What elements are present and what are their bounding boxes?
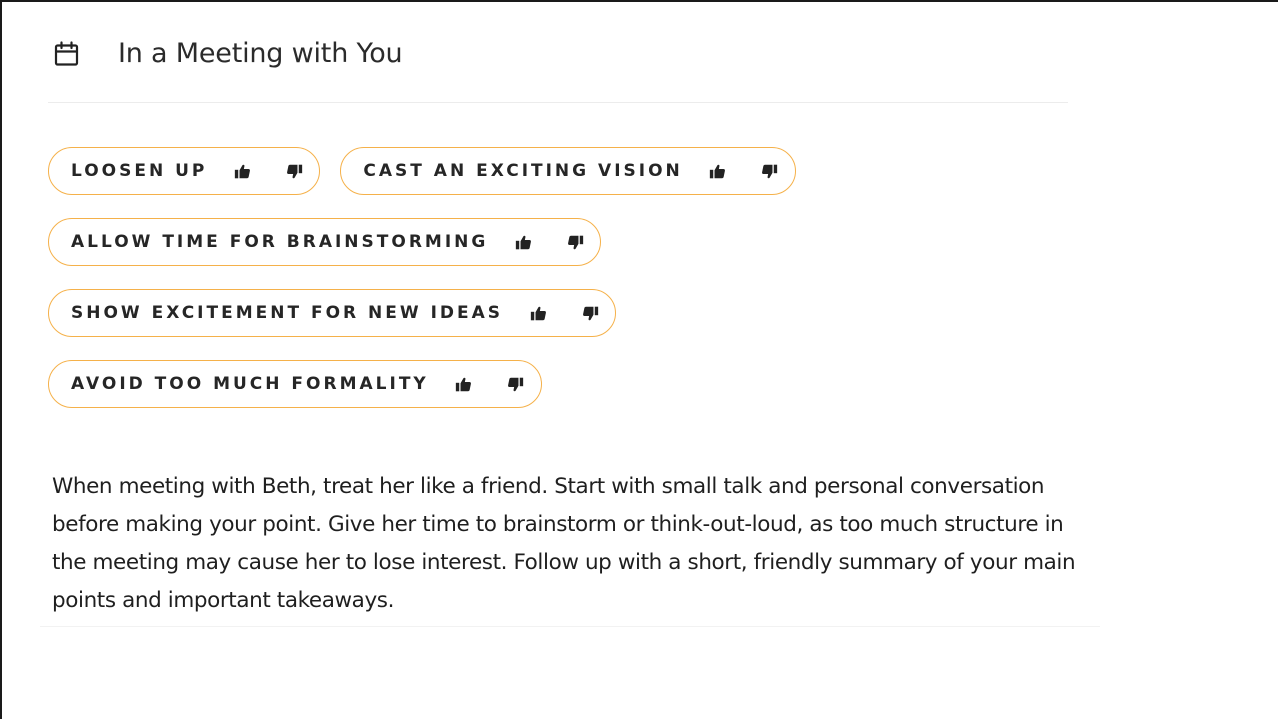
chip-row: LOOSEN UP CAST AN EXCITING VISION bbox=[48, 146, 816, 196]
chip-row: ALLOW TIME FOR BRAINSTORMING bbox=[48, 217, 816, 267]
tip-chip-list: LOOSEN UP CAST AN EXCITING VISION ALLOW … bbox=[48, 146, 816, 430]
section-title: In a Meeting with You bbox=[118, 38, 403, 69]
bottom-divider bbox=[40, 626, 1100, 627]
thumbs-up-icon[interactable] bbox=[512, 231, 534, 253]
tip-chip-label: SHOW EXCITEMENT FOR NEW IDEAS bbox=[71, 303, 504, 323]
tip-chip-avoid-too-much-formality[interactable]: AVOID TOO MUCH FORMALITY bbox=[48, 360, 542, 408]
tip-chip-label: CAST AN EXCITING VISION bbox=[363, 161, 683, 181]
tip-chip-show-excitement-for-new-ideas[interactable]: SHOW EXCITEMENT FOR NEW IDEAS bbox=[48, 289, 617, 337]
thumbs-down-icon[interactable] bbox=[579, 302, 601, 324]
thumbs-up-icon[interactable] bbox=[453, 373, 475, 395]
header-divider bbox=[48, 102, 1068, 103]
thumbs-up-icon[interactable] bbox=[707, 160, 729, 182]
thumbs-down-icon[interactable] bbox=[564, 231, 586, 253]
thumbs-up-icon[interactable] bbox=[231, 160, 253, 182]
calendar-icon bbox=[54, 40, 80, 67]
thumbs-down-icon[interactable] bbox=[759, 160, 781, 182]
meeting-description: When meeting with Beth, treat her like a… bbox=[52, 473, 1076, 613]
tip-chip-label: LOOSEN UP bbox=[71, 161, 208, 181]
chip-row: AVOID TOO MUCH FORMALITY bbox=[48, 359, 816, 409]
chip-row: SHOW EXCITEMENT FOR NEW IDEAS bbox=[48, 288, 816, 338]
tip-chip-cast-an-exciting-vision[interactable]: CAST AN EXCITING VISION bbox=[340, 147, 796, 195]
tip-chip-label: AVOID TOO MUCH FORMALITY bbox=[71, 374, 429, 394]
thumbs-down-icon[interactable] bbox=[505, 373, 527, 395]
tip-chip-loosen-up[interactable]: LOOSEN UP bbox=[48, 147, 321, 195]
thumbs-up-icon[interactable] bbox=[527, 302, 549, 324]
thumbs-down-icon[interactable] bbox=[283, 160, 305, 182]
tip-chip-allow-time-for-brainstorming[interactable]: ALLOW TIME FOR BRAINSTORMING bbox=[48, 218, 602, 266]
section-header: In a Meeting with You bbox=[54, 38, 403, 69]
tip-chip-label: ALLOW TIME FOR BRAINSTORMING bbox=[71, 232, 489, 252]
